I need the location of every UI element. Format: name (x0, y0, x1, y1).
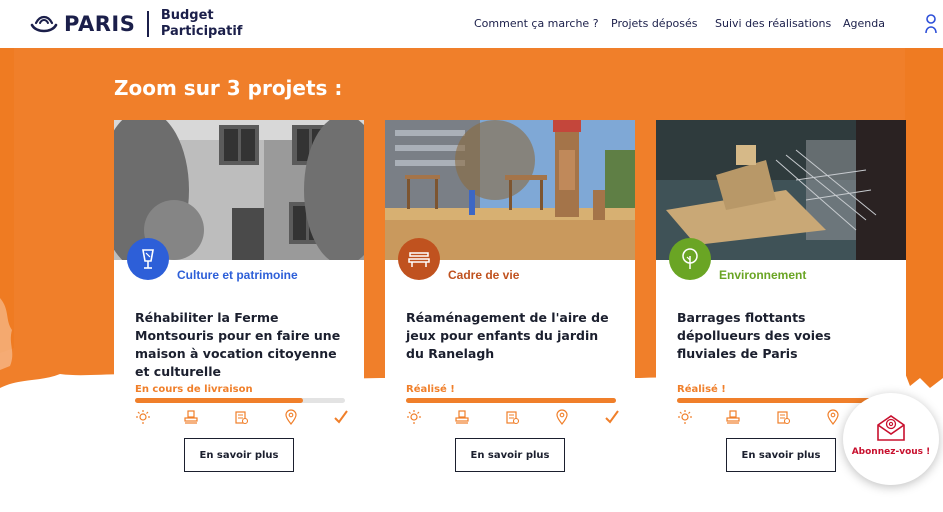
stamp-icon (454, 408, 470, 426)
logo-subtitle-line2: Participatif (160, 24, 243, 39)
en-savoir-plus-button[interactable]: En savoir plus (726, 438, 836, 472)
location-pin-icon (283, 408, 299, 426)
lamp-icon (142, 249, 154, 269)
project-card-2[interactable]: Cadre de vie Réaménagement de l'aire de … (385, 120, 635, 490)
project-title[interactable]: Barrages flottants dépollueurs des voies… (677, 309, 889, 363)
checkmark-icon (333, 408, 349, 426)
category-label: Culture et patrimoine (177, 268, 298, 282)
location-pin-icon (825, 408, 841, 426)
ballot-icon (775, 408, 791, 426)
progress-bar-fill (135, 398, 303, 403)
location-pin-icon (554, 408, 570, 426)
project-steps (406, 408, 620, 428)
progress-bar (406, 398, 616, 403)
progress-bar (135, 398, 345, 403)
project-status: Réalisé ! (406, 384, 455, 395)
category-icon-environnement (669, 238, 711, 280)
logo-subtitle: Budget Participatif (161, 8, 243, 40)
paris-ship-icon (30, 15, 58, 33)
nav-agenda[interactable]: Agenda (843, 17, 885, 30)
bench-icon (408, 252, 430, 267)
category-label: Cadre de vie (448, 268, 520, 282)
category-label: Environnement (719, 268, 807, 282)
progress-bar (677, 398, 887, 403)
tree-icon (682, 248, 698, 269)
logo-subtitle-line1: Budget (160, 8, 214, 23)
nav-comment-ca-marche[interactable]: Comment ça marche ? (474, 17, 599, 30)
project-status: En cours de livraison (135, 384, 253, 395)
category-icon-culture (127, 238, 169, 280)
stamp-icon (183, 408, 199, 426)
project-steps (135, 408, 349, 428)
subscribe-button[interactable]: Abonnez-vous ! (843, 393, 939, 485)
checkmark-icon (604, 408, 620, 426)
page: PARIS Budget Participatif Comment ça mar… (0, 0, 943, 512)
paris-logo[interactable]: PARIS Budget Participatif (30, 8, 242, 40)
progress-bar-fill (406, 398, 616, 403)
mail-at-icon (877, 415, 905, 441)
nav-projets-deposes[interactable]: Projets déposés (611, 17, 698, 30)
logo-paris-text: PARIS (64, 12, 136, 36)
section-title: Zoom sur 3 projets : (114, 76, 343, 100)
subscribe-label: Abonnez-vous ! (851, 447, 931, 457)
user-icon[interactable] (925, 13, 939, 35)
idea-icon (135, 408, 151, 426)
project-title[interactable]: Réaménagement de l'aire de jeux pour enf… (406, 309, 618, 363)
idea-icon (406, 408, 422, 426)
category-icon-cadre-de-vie (398, 238, 440, 280)
project-title[interactable]: Réhabiliter la Ferme Montsouris pour en … (135, 309, 347, 381)
ballot-icon (233, 408, 249, 426)
en-savoir-plus-button[interactable]: En savoir plus (184, 438, 294, 472)
stamp-icon (725, 408, 741, 426)
en-savoir-plus-button[interactable]: En savoir plus (455, 438, 565, 472)
ballot-icon (504, 408, 520, 426)
project-status: Réalisé ! (677, 384, 726, 395)
nav-suivi-realisations[interactable]: Suivi des réalisations (715, 17, 831, 30)
site-header: PARIS Budget Participatif Comment ça mar… (0, 0, 943, 48)
project-card-1[interactable]: Culture et patrimoine Réhabiliter la Fer… (114, 120, 364, 490)
progress-bar-fill (677, 398, 887, 403)
logo-separator (147, 11, 149, 37)
idea-icon (677, 408, 693, 426)
